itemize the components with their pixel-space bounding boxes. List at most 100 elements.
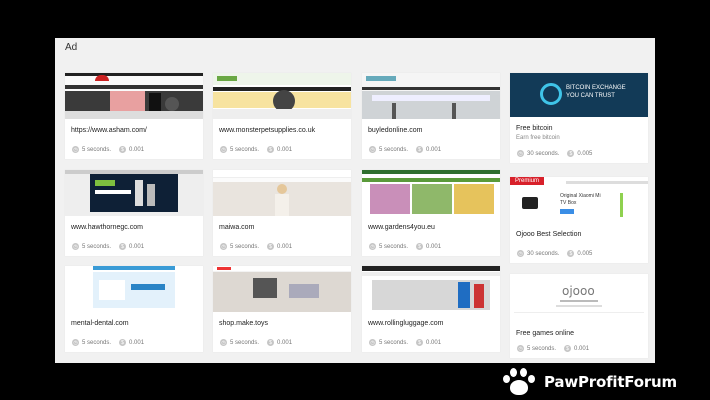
ad-price: 0.001: [574, 345, 590, 352]
ad-meta: ◷ 5 seconds. $0.001: [369, 339, 441, 346]
ad-card-monsterpet[interactable]: www.monsterpetsupplies.co.uk ◷ 5 seconds.…: [213, 73, 351, 159]
clock-icon: ◷: [72, 339, 79, 346]
ad-title: Free bitcoin: [516, 125, 553, 132]
ad-title: shop.make.toys: [219, 320, 269, 327]
ad-thumbnail: [213, 170, 351, 216]
product-name-2: TV Box: [560, 200, 577, 206]
ad-thumbnail: BITCOIN EXCHANGE YOU CAN TRUST: [510, 73, 648, 117]
ojooo-logo: ojooo: [562, 284, 595, 298]
ad-time: 5 seconds.: [230, 243, 260, 250]
ad-time: 30 seconds.: [527, 250, 560, 257]
dollar-coin-icon: $: [119, 146, 127, 153]
ad-price: 0.001: [129, 339, 145, 346]
ad-time: 30 seconds.: [527, 150, 560, 157]
ad-meta: ◷ 5 seconds. $0.001: [517, 345, 589, 352]
dollar-coin-icon: $: [416, 146, 424, 153]
paw-icon: [502, 367, 536, 397]
clock-icon: ◷: [220, 146, 227, 153]
ad-title: buyledonline.com: [368, 127, 423, 134]
ad-meta: ◷ 30 seconds. $0.005: [517, 250, 592, 257]
ad-thumbnail: ojooo: [510, 274, 648, 322]
ad-time: 5 seconds.: [379, 339, 409, 346]
ad-time: 5 seconds.: [527, 345, 557, 352]
ad-thumbnail: [65, 170, 203, 216]
ad-title: www.monsterpetsupplies.co.uk: [219, 127, 316, 134]
ad-price: 0.001: [129, 243, 145, 250]
ad-meta: ◷ 5 seconds. $0.001: [369, 243, 441, 250]
ad-subtitle: Earn free bitcoin: [516, 135, 560, 141]
ad-title: maiwa.com: [219, 224, 255, 231]
ad-price: 0.005: [577, 250, 593, 257]
ad-card-rollingluggage[interactable]: www.rollingluggage.com ◷ 5 seconds. $0.00…: [362, 266, 500, 352]
clock-icon: ◷: [517, 250, 524, 257]
ad-meta: ◷ 5 seconds. $0.001: [72, 146, 144, 153]
ad-price: 0.001: [426, 339, 442, 346]
ad-card-mental-dental[interactable]: mental-dental.com ◷ 5 seconds. $0.001: [65, 266, 203, 352]
dollar-coin-icon: $: [567, 250, 575, 257]
ad-time: 5 seconds.: [82, 146, 112, 153]
ad-price: 0.005: [577, 150, 593, 157]
premium-badge: Premium: [510, 177, 545, 185]
watermark-logo: PawProfitForum: [497, 363, 710, 400]
ad-thumbnail: Premium Original Xiaomi Mi TV Box: [510, 177, 648, 223]
ad-thumbnail: [213, 266, 351, 312]
ad-meta: ◷ 30 seconds. $0.005: [517, 150, 592, 157]
ad-card-maiwa[interactable]: maiwa.com ◷ 5 seconds. $0.001: [213, 170, 351, 256]
brand-name: PawProfitForum: [544, 372, 677, 391]
clock-icon: ◷: [220, 243, 227, 250]
ad-thumbnail: [65, 266, 203, 312]
dollar-coin-icon: $: [567, 150, 575, 157]
clock-icon: ◷: [517, 345, 524, 352]
ad-title: www.gardens4you.eu: [368, 224, 435, 231]
ad-meta: ◷ 5 seconds. $0.001: [369, 146, 441, 153]
ad-card-hawthornegc[interactable]: www.hawthornegc.com ◷ 5 seconds. $0.001: [65, 170, 203, 256]
ad-meta: ◷ 5 seconds. $0.001: [220, 339, 292, 346]
ad-title: www.rollingluggage.com: [368, 320, 444, 327]
ad-card-free-bitcoin[interactable]: BITCOIN EXCHANGE YOU CAN TRUST Free bitc…: [510, 73, 648, 163]
ad-thumbnail: [362, 73, 500, 119]
clock-icon: ◷: [369, 339, 376, 346]
dollar-coin-icon: $: [564, 345, 572, 352]
ad-price: 0.001: [129, 146, 145, 153]
clock-icon: ◷: [517, 150, 524, 157]
ad-price: 0.001: [277, 146, 293, 153]
ad-card-make-toys[interactable]: shop.make.toys ◷ 5 seconds. $0.001: [213, 266, 351, 352]
ad-card-buyledonline[interactable]: buyledonline.com ◷ 5 seconds. $0.001: [362, 73, 500, 159]
product-name: Original Xiaomi Mi: [560, 193, 601, 199]
ad-card-ojooo-best[interactable]: Premium Original Xiaomi Mi TV Box Ojooo …: [510, 177, 648, 263]
ad-price: 0.001: [277, 339, 293, 346]
bitcoin-headline: BITCOIN EXCHANGE: [566, 85, 626, 91]
ad-thumbnail: [362, 170, 500, 216]
dollar-coin-icon: $: [119, 243, 127, 250]
ad-time: 5 seconds.: [82, 339, 112, 346]
dollar-coin-icon: $: [416, 339, 424, 346]
ad-price: 0.001: [426, 243, 442, 250]
ad-meta: ◷ 5 seconds. $0.001: [72, 339, 144, 346]
ad-time: 5 seconds.: [230, 339, 260, 346]
ad-card-gardens4you[interactable]: www.gardens4you.eu ◷ 5 seconds. $0.001: [362, 170, 500, 256]
ad-card-asham[interactable]: https://www.asham.com/ ◷ 5 seconds. $0.00…: [65, 73, 203, 159]
ad-title: Free games online: [516, 330, 574, 337]
ad-meta: ◷ 5 seconds. $0.001: [220, 243, 292, 250]
bitcoin-subline: YOU CAN TRUST: [566, 93, 615, 99]
clock-icon: ◷: [72, 146, 79, 153]
ad-title: Ojooo Best Selection: [516, 231, 582, 238]
clock-icon: ◷: [220, 339, 227, 346]
ad-thumbnail: [213, 73, 351, 119]
ad-meta: ◷ 5 seconds. $0.001: [220, 146, 292, 153]
ad-time: 5 seconds.: [82, 243, 112, 250]
panel-title: Ad: [65, 42, 78, 53]
ad-title: www.hawthornegc.com: [71, 224, 143, 231]
clock-icon: ◷: [369, 243, 376, 250]
ad-title: mental-dental.com: [71, 320, 129, 327]
ad-time: 5 seconds.: [379, 243, 409, 250]
dollar-coin-icon: $: [267, 339, 275, 346]
ad-card-free-games[interactable]: ojooo Free games online ◷ 5 seconds. $0.0…: [510, 274, 648, 358]
ad-price: 0.001: [277, 243, 293, 250]
clock-icon: ◷: [72, 243, 79, 250]
ad-price: 0.001: [426, 146, 442, 153]
ad-time: 5 seconds.: [230, 146, 260, 153]
ad-meta: ◷ 5 seconds. $0.001: [72, 243, 144, 250]
ad-thumbnail: [362, 266, 500, 312]
dollar-coin-icon: $: [119, 339, 127, 346]
